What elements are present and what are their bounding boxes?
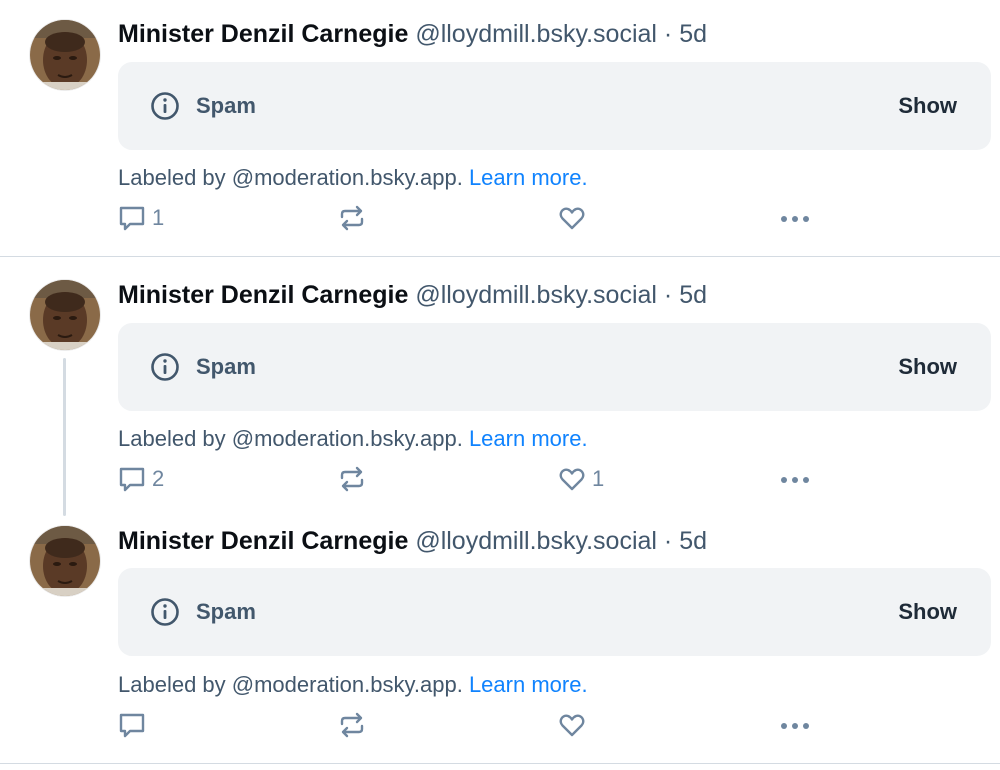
reply-count: 1 — [152, 205, 165, 230]
reply-button[interactable]: 2 — [118, 463, 164, 495]
labeled-by-text: Labeled by @moderation.bsky.app. — [118, 672, 463, 697]
author-name[interactable]: Minister Denzil Carnegie — [118, 281, 408, 309]
info-circle-icon — [151, 353, 179, 381]
content-warning: Spam Show — [118, 568, 991, 656]
post-timestamp[interactable]: 5d — [679, 281, 707, 309]
avatar[interactable] — [30, 280, 100, 350]
avatar-image — [30, 280, 100, 350]
feed-post[interactable]: Minister Denzil Carnegie @lloydmill.bsky… — [0, 0, 1000, 256]
moderation-label: Labeled by @moderation.bsky.app. Learn m… — [118, 424, 588, 454]
like-button[interactable] — [558, 202, 592, 234]
repost-arrows-icon — [340, 205, 364, 231]
avatar[interactable] — [30, 526, 100, 596]
feed-post[interactable]: Minister Denzil Carnegie @lloydmill.bsky… — [0, 517, 1000, 762]
thread-connector — [63, 358, 66, 516]
author-name[interactable]: Minister Denzil Carnegie — [118, 20, 408, 48]
content-warning: Spam Show — [118, 323, 991, 411]
post-timestamp[interactable]: 5d — [679, 527, 707, 555]
post-header: Minister Denzil Carnegie @lloydmill.bsky… — [118, 16, 707, 52]
header-separator: · — [663, 20, 673, 48]
reply-count: 2 — [152, 466, 165, 491]
more-options-button[interactable] — [778, 709, 812, 741]
show-content-button[interactable]: Show — [898, 62, 957, 150]
speech-bubble-icon — [119, 206, 145, 231]
learn-more-link[interactable]: Learn more. — [469, 426, 588, 451]
more-options-button[interactable] — [778, 202, 812, 234]
ellipsis-icon — [781, 216, 809, 222]
reply-button[interactable] — [118, 709, 152, 741]
author-name[interactable]: Minister Denzil Carnegie — [118, 527, 408, 555]
labeled-by-text: Labeled by @moderation.bsky.app. — [118, 165, 463, 190]
more-options-button[interactable] — [778, 463, 812, 495]
show-content-button[interactable]: Show — [898, 568, 957, 656]
speech-bubble-icon — [119, 467, 145, 492]
heart-icon — [559, 207, 585, 230]
repost-button[interactable] — [338, 709, 372, 741]
like-count: 1 — [592, 466, 605, 491]
author-handle[interactable]: @lloydmill.bsky.social — [415, 527, 657, 555]
header-separator: · — [663, 281, 673, 309]
repost-arrows-icon — [340, 712, 364, 738]
learn-more-link[interactable]: Learn more. — [469, 672, 588, 697]
repost-button[interactable] — [338, 202, 372, 234]
labeled-by-text: Labeled by @moderation.bsky.app. — [118, 426, 463, 451]
ellipsis-icon — [781, 477, 809, 483]
show-content-button[interactable]: Show — [898, 323, 957, 411]
moderation-label: Labeled by @moderation.bsky.app. Learn m… — [118, 670, 588, 700]
avatar-image — [30, 20, 100, 90]
info-circle-icon — [151, 92, 179, 120]
moderation-label: Labeled by @moderation.bsky.app. Learn m… — [118, 163, 588, 193]
post-header: Minister Denzil Carnegie @lloydmill.bsky… — [118, 277, 707, 313]
content-warning-label: Spam — [196, 599, 256, 624]
post-divider — [0, 763, 1000, 764]
reply-button[interactable]: 1 — [118, 202, 164, 234]
like-button[interactable] — [558, 709, 592, 741]
ellipsis-icon — [781, 723, 809, 729]
learn-more-link[interactable]: Learn more. — [469, 165, 588, 190]
avatar[interactable] — [30, 20, 100, 90]
author-handle[interactable]: @lloydmill.bsky.social — [415, 20, 657, 48]
header-separator: · — [663, 527, 673, 555]
avatar-image — [30, 526, 100, 596]
speech-bubble-icon — [119, 713, 145, 738]
feed-post[interactable]: Minister Denzil Carnegie @lloydmill.bsky… — [0, 257, 1000, 517]
like-button[interactable]: 1 — [558, 463, 604, 495]
heart-icon — [559, 714, 585, 737]
content-warning: Spam Show — [118, 62, 991, 150]
repost-arrows-icon — [340, 466, 364, 492]
repost-button[interactable] — [338, 463, 372, 495]
content-warning-label: Spam — [196, 93, 256, 118]
post-timestamp[interactable]: 5d — [679, 20, 707, 48]
heart-icon — [559, 468, 585, 491]
info-circle-icon — [151, 598, 179, 626]
post-header: Minister Denzil Carnegie @lloydmill.bsky… — [118, 523, 707, 559]
content-warning-label: Spam — [196, 354, 256, 379]
author-handle[interactable]: @lloydmill.bsky.social — [415, 281, 657, 309]
